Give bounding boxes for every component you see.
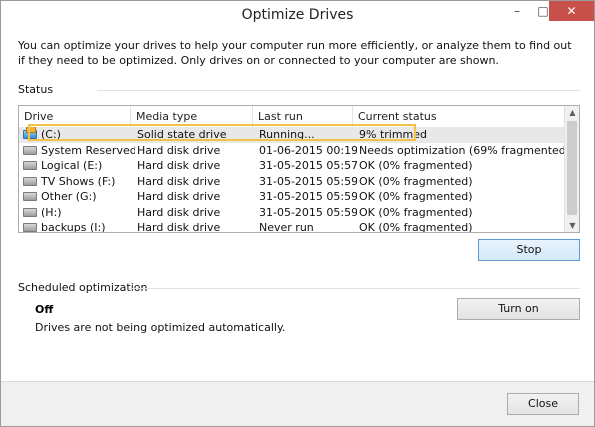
last-run-cell: 01-06-2015 00:19 (259, 143, 357, 157)
drive-row[interactable]: (H:) Hard disk drive 31-05-2015 05:59 OK (0… (19, 205, 564, 221)
current-status-cell: OK (0% fragmented) (359, 190, 473, 203)
hard-drive-icon (23, 223, 37, 232)
drive-cell: Other (G:) (23, 189, 135, 205)
drive-name: (H:) (41, 205, 62, 219)
last-run-cell: 31-05-2015 05:59 (259, 174, 357, 188)
last-run-cell: 31-05-2015 05:59 (259, 190, 357, 203)
drives-list-rows: (C:) Solid state drive Running... 9% trimme… (19, 127, 564, 233)
drive-row[interactable]: Logical (E:) Hard disk drive 31-05-2015 05… (19, 158, 564, 174)
drive-name: System Reserved (D:) (41, 143, 135, 157)
os-drive-icon (23, 127, 37, 139)
drive-cell: (H:) (23, 205, 135, 221)
hard-drive-icon (23, 161, 37, 170)
drive-row[interactable]: (C:) Solid state drive Running... 9% trimme… (19, 127, 564, 143)
hard-drive-icon (23, 207, 37, 217)
column-header-media-type[interactable]: Media type (131, 106, 253, 127)
schedule-description: Drives are not being optimized automatic… (35, 321, 286, 334)
media-type-cell: Hard disk drive (137, 190, 221, 203)
hard-drive-icon (23, 145, 37, 155)
hard-drive-icon (23, 192, 37, 201)
media-type-cell: Hard disk drive (137, 174, 221, 188)
current-status-cell: OK (0% fragmented) (359, 174, 473, 188)
drives-list[interactable]: Drive Media type Last run Current status… (18, 105, 580, 233)
close-button[interactable]: Close (507, 393, 579, 415)
current-status-cell: OK (0% fragmented) (359, 159, 473, 172)
last-run-cell: 31-05-2015 05:57 (259, 159, 357, 172)
last-run-cell: Never run (259, 221, 314, 233)
optimize-drives-window: Optimize Drives – □ ✕ You can optimize y… (0, 0, 595, 427)
status-section-label: Status (18, 83, 54, 96)
scrollbar-thumb[interactable] (567, 121, 577, 215)
drive-cell: TV Shows (F:) (23, 174, 135, 190)
drive-name: backups (I:) (41, 221, 106, 233)
drive-cell: System Reserved (D:) (23, 143, 135, 159)
drive-row[interactable]: Other (G:) Hard disk drive 31-05-2015 05:5… (19, 189, 564, 205)
drive-cell: Logical (E:) (23, 158, 135, 174)
drive-name: (C:) (41, 128, 61, 141)
intro-text: You can optimize your drives to help you… (18, 39, 572, 67)
current-status-cell: OK (0% fragmented) (359, 205, 473, 219)
close-window-button[interactable]: ✕ (549, 1, 594, 21)
scheduled-divider (129, 288, 580, 289)
dialog-footer: Close (1, 381, 594, 426)
last-run-cell: 31-05-2015 05:59 (259, 205, 357, 219)
drive-name: TV Shows (F:) (41, 174, 116, 188)
drive-row[interactable]: backups (I:) Hard disk drive Never run OK (… (19, 220, 564, 233)
minimize-button[interactable]: – (504, 1, 530, 21)
stop-button[interactable]: Stop (478, 239, 580, 261)
title-bar: Optimize Drives – □ ✕ (1, 1, 594, 31)
drive-row[interactable]: System Reserved (D:)Hard disk drive 01-06… (19, 143, 564, 159)
media-type-cell: Hard disk drive (137, 143, 221, 157)
drive-row[interactable]: TV Shows (F:) Hard disk drive 31-05-2015 0… (19, 174, 564, 190)
drive-cell: backups (I:) (23, 220, 135, 233)
scroll-up-arrow-icon[interactable]: ▲ (565, 106, 579, 119)
schedule-status: Off (35, 303, 54, 316)
turn-on-button[interactable]: Turn on (457, 298, 580, 320)
drives-list-scrollbar[interactable]: ▲ ▼ (564, 106, 579, 232)
last-run-cell: Running... (259, 128, 315, 141)
scroll-down-arrow-icon[interactable]: ▼ (565, 219, 579, 232)
drive-name: Other (G:) (41, 190, 97, 203)
current-status-cell: OK (0% fragmented) (359, 221, 473, 233)
status-divider (97, 90, 580, 91)
drives-list-header: Drive Media type Last run Current status (19, 106, 564, 127)
current-status-cell: 9% trimmed (359, 128, 428, 141)
column-header-drive[interactable]: Drive (19, 106, 131, 127)
column-header-last-run[interactable]: Last run (253, 106, 353, 127)
media-type-cell: Hard disk drive (137, 205, 221, 219)
hard-drive-icon (23, 176, 37, 186)
media-type-cell: Hard disk drive (137, 221, 221, 233)
column-header-current-status[interactable]: Current status (353, 106, 564, 127)
drive-name: Logical (E:) (41, 159, 103, 172)
drive-cell: (C:) (23, 127, 135, 143)
media-type-cell: Hard disk drive (137, 159, 221, 172)
current-status-cell: Needs optimization (69% fragmented) (359, 143, 564, 157)
media-type-cell: Solid state drive (137, 128, 227, 141)
